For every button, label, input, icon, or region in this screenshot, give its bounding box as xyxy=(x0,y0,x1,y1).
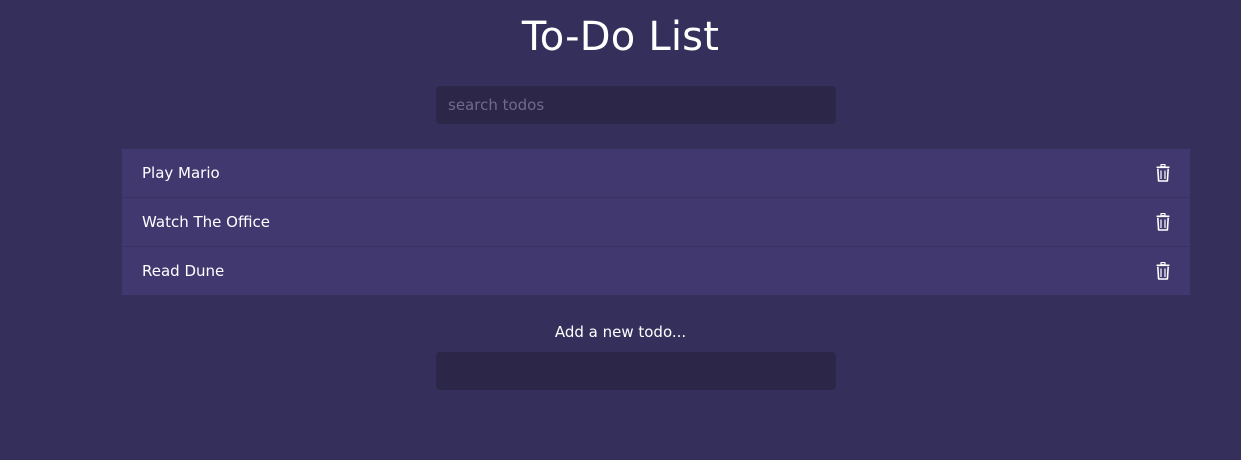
todo-text: Watch The Office xyxy=(142,213,270,231)
todo-item-read-dune: Read Dune xyxy=(122,247,1190,295)
add-todo-input[interactable] xyxy=(436,352,836,390)
add-todo-form xyxy=(436,352,836,390)
trash-icon[interactable] xyxy=(1156,164,1170,182)
trash-icon[interactable] xyxy=(1156,262,1170,280)
todo-list: Play Mario Watch The Office Read Dune xyxy=(122,149,1190,295)
add-todo-label: Add a new todo... xyxy=(554,323,687,341)
page-title: To-Do List xyxy=(521,14,720,60)
search-input[interactable] xyxy=(436,86,836,124)
todo-text: Read Dune xyxy=(142,262,225,280)
todo-item-play-mario: Play Mario xyxy=(122,149,1190,198)
todo-text: Play Mario xyxy=(142,164,220,182)
trash-icon[interactable] xyxy=(1156,213,1170,231)
todo-item-watch-the-office: Watch The Office xyxy=(122,198,1190,247)
search-form xyxy=(436,86,836,124)
